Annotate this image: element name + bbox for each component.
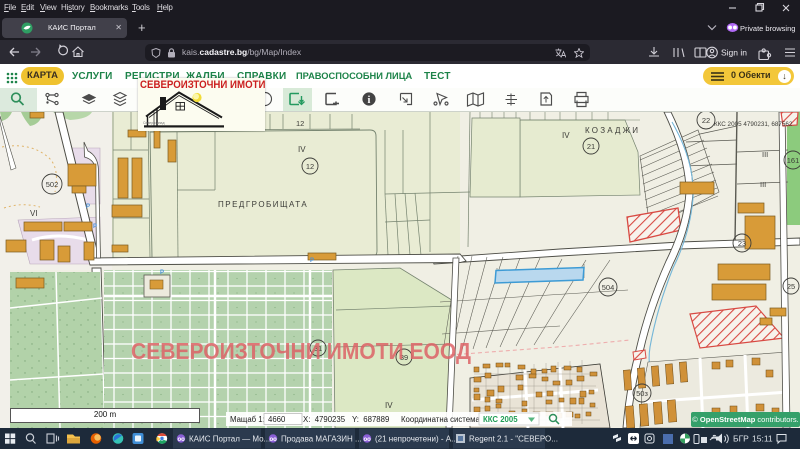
- svg-text:161: 161: [787, 156, 800, 165]
- svg-text:ККС 2005: ККС 2005: [483, 415, 518, 424]
- svg-text:Продава МАГАЗИН ...: Продава МАГАЗИН ...: [281, 435, 362, 444]
- svg-text:X: 4790235: X: 4790235: [303, 415, 346, 424]
- svg-text:Regent 2.1 - "СЕВЕРО...: Regent 2.1 - "СЕВЕРО...: [469, 435, 558, 444]
- svg-text:15:11: 15:11: [752, 434, 773, 444]
- svg-text:IV: IV: [562, 131, 570, 140]
- svg-text:oo: oo: [270, 437, 278, 443]
- svg-text:22: 22: [702, 116, 710, 125]
- svg-text:Координатна система:: Координатна система:: [401, 415, 482, 424]
- svg-text:i: i: [368, 95, 371, 106]
- svg-text:502: 502: [46, 180, 59, 189]
- svg-text:Sign in: Sign in: [721, 48, 747, 58]
- svg-text:12: 12: [296, 119, 304, 128]
- svg-text:III: III: [760, 180, 766, 189]
- svg-text:P: P: [86, 204, 90, 210]
- svg-text:P: P: [93, 224, 97, 230]
- svg-text:oo: oo: [178, 437, 186, 443]
- svg-text:4660: 4660: [268, 415, 286, 424]
- svg-text:Y: 687889: Y: 687889: [352, 415, 389, 424]
- svg-text:21: 21: [587, 142, 595, 151]
- svg-text:VI: VI: [30, 209, 38, 218]
- svg-text:oo: oo: [364, 437, 372, 443]
- svg-text:ПРЕДГРОБИЩАТА: ПРЕДГРОБИЩАТА: [218, 200, 308, 209]
- svg-text:P: P: [160, 270, 164, 276]
- svg-text:P: P: [310, 258, 314, 264]
- svg-text:IV: IV: [298, 145, 306, 154]
- svg-text:КОЗАДЖИ: КОЗАДЖИ: [585, 126, 640, 135]
- svg-text:III: III: [762, 150, 768, 159]
- svg-text:Мащаб 1:: Мащаб 1:: [230, 415, 265, 424]
- svg-text:IV: IV: [385, 401, 393, 410]
- svg-text:50з: 50з: [636, 389, 648, 398]
- svg-text:КАИС Портал — Мо...: КАИС Портал — Мо...: [189, 435, 270, 444]
- svg-text:(21 непрочетени) - А...: (21 непрочетени) - А...: [375, 435, 458, 444]
- svg-text:СЕВЕРОИЗТОЧНИ ИМОТИ ЕООД: СЕВЕРОИЗТОЧНИ ИМОТИ ЕООД: [131, 338, 471, 364]
- svg-text:ККС 2005 4790231, 687562: ККС 2005 4790231, 687562: [714, 121, 793, 128]
- svg-text:БГР: БГР: [733, 434, 749, 444]
- svg-text:23: 23: [738, 239, 746, 248]
- svg-text:504: 504: [602, 283, 615, 292]
- svg-text:Северозапад: Северозапад: [143, 121, 165, 125]
- svg-text:12: 12: [306, 162, 314, 171]
- svg-text:25: 25: [787, 282, 795, 291]
